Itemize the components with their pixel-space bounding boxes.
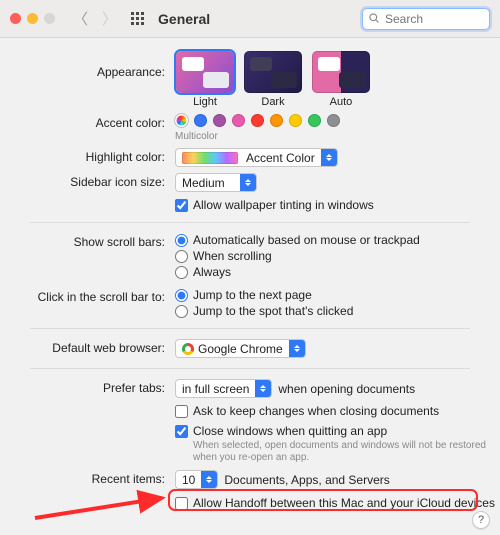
divider bbox=[30, 368, 470, 369]
appearance-label: Appearance: bbox=[0, 51, 175, 79]
prefer-tabs-label: Prefer tabs: bbox=[0, 379, 175, 395]
sidebar-size-label: Sidebar icon size: bbox=[0, 173, 175, 189]
minimize-window-button[interactable] bbox=[27, 13, 38, 24]
accent-swatch[interactable] bbox=[175, 114, 188, 127]
show-all-button[interactable] bbox=[131, 12, 144, 25]
window-controls bbox=[10, 13, 55, 24]
scrollbars-option[interactable]: Always bbox=[175, 265, 420, 279]
search-input[interactable] bbox=[362, 8, 490, 30]
scrollbars-option[interactable]: When scrolling bbox=[175, 249, 420, 263]
appearance-option-light[interactable]: Light bbox=[175, 51, 235, 108]
recent-items-suffix: Documents, Apps, and Servers bbox=[224, 473, 389, 487]
highlight-select[interactable]: Accent Color bbox=[175, 148, 338, 167]
browser-label: Default web browser: bbox=[0, 339, 175, 355]
chevron-updown-icon bbox=[201, 471, 217, 488]
help-button[interactable]: ? bbox=[472, 511, 490, 529]
accent-swatch[interactable] bbox=[289, 114, 302, 127]
accent-label: Accent color: bbox=[0, 114, 175, 130]
accent-swatch[interactable] bbox=[232, 114, 245, 127]
chevron-updown-icon bbox=[240, 174, 256, 191]
ask-keep-checkbox[interactable]: Ask to keep changes when closing documen… bbox=[175, 404, 439, 418]
accent-swatch[interactable] bbox=[270, 114, 283, 127]
prefer-tabs-suffix: when opening documents bbox=[278, 382, 415, 396]
highlight-label: Highlight color: bbox=[0, 148, 175, 164]
clickscroll-option[interactable]: Jump to the spot that's clicked bbox=[175, 304, 353, 318]
divider bbox=[30, 328, 470, 329]
chevron-updown-icon bbox=[289, 340, 305, 357]
accent-swatch[interactable] bbox=[327, 114, 340, 127]
accent-sublabel: Multicolor bbox=[175, 131, 218, 142]
appearance-option-auto[interactable]: Auto bbox=[311, 51, 371, 108]
handoff-checkbox[interactable]: Allow Handoff between this Mac and your … bbox=[175, 496, 495, 510]
accent-swatch[interactable] bbox=[251, 114, 264, 127]
content: Appearance: LightDarkAuto Accent color: … bbox=[0, 38, 500, 513]
chrome-icon bbox=[182, 343, 194, 355]
clickscroll-option[interactable]: Jump to the next page bbox=[175, 288, 353, 302]
wallpaper-tint-checkbox[interactable]: Allow wallpaper tinting in windows bbox=[175, 198, 374, 212]
close-window-button[interactable] bbox=[10, 13, 21, 24]
chevron-updown-icon bbox=[321, 149, 337, 166]
recent-items-select[interactable]: 10 bbox=[175, 470, 218, 489]
highlight-swatch-icon bbox=[182, 152, 238, 164]
click-scroll-label: Click in the scroll bar to: bbox=[0, 288, 175, 304]
browser-select[interactable]: Google Chrome bbox=[175, 339, 306, 358]
toolbar: 〈 〉 General bbox=[0, 0, 500, 38]
accent-swatch[interactable] bbox=[213, 114, 226, 127]
divider bbox=[30, 222, 470, 223]
accent-swatch[interactable] bbox=[308, 114, 321, 127]
accent-color-row bbox=[175, 114, 340, 127]
chevron-updown-icon bbox=[255, 380, 271, 397]
scrollbars-option[interactable]: Automatically based on mouse or trackpad bbox=[175, 233, 420, 247]
appearance-option-dark[interactable]: Dark bbox=[243, 51, 303, 108]
forward-button: 〉 bbox=[102, 8, 117, 29]
sidebar-size-select[interactable]: Medium bbox=[175, 173, 257, 192]
accent-swatch[interactable] bbox=[194, 114, 207, 127]
back-button[interactable]: 〈 bbox=[73, 8, 88, 29]
zoom-window-button bbox=[44, 13, 55, 24]
recent-items-label: Recent items: bbox=[0, 470, 175, 486]
close-windows-checkbox[interactable]: Close windows when quitting an app bbox=[175, 424, 387, 438]
search-icon bbox=[368, 12, 380, 24]
window-title: General bbox=[158, 11, 210, 27]
scrollbars-label: Show scroll bars: bbox=[0, 233, 175, 249]
prefer-tabs-select[interactable]: in full screen bbox=[175, 379, 272, 398]
close-windows-subtext: When selected, open documents and window… bbox=[193, 440, 500, 464]
